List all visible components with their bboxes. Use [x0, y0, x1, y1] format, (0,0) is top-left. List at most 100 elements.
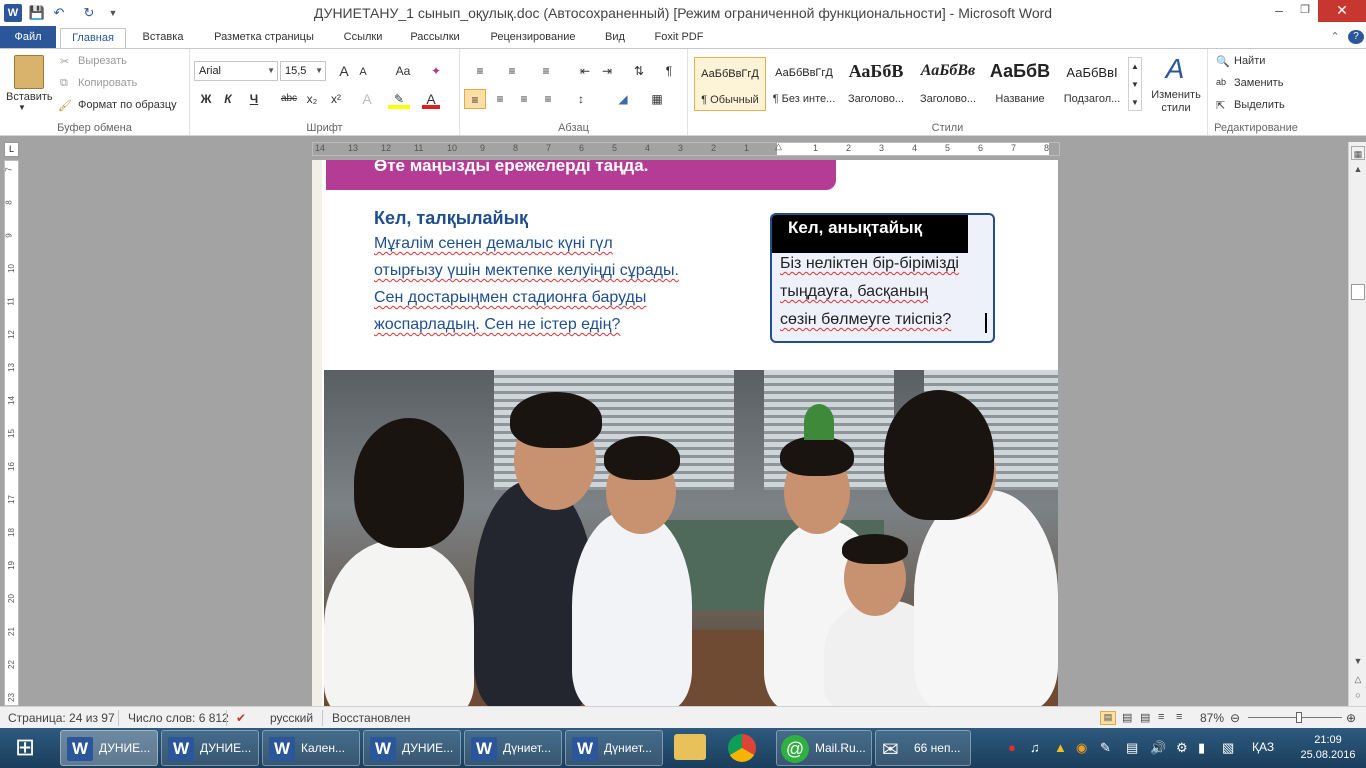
borders-icon[interactable]: ▦: [644, 89, 670, 109]
font-color-icon[interactable]: A: [422, 89, 440, 109]
tab-review[interactable]: Рецензирование: [478, 28, 588, 48]
zoom-level[interactable]: 87%: [1200, 711, 1224, 725]
style-heading-1[interactable]: АаБбВ Заголово...: [840, 57, 912, 111]
tab-mailings[interactable]: Рассылки: [402, 28, 468, 48]
zoom-slider-thumb[interactable]: [1296, 712, 1302, 723]
justify-icon[interactable]: ≡: [538, 89, 558, 109]
shading-icon[interactable]: ◢: [610, 89, 636, 109]
taskbar-item-mail[interactable]: ✉ 66 неп...: [875, 730, 971, 766]
taskbar-item[interactable]: W ДУНИЕ...: [363, 730, 461, 766]
folder-icon[interactable]: [674, 734, 706, 760]
tab-view[interactable]: Вид: [598, 28, 632, 48]
copy-button[interactable]: Копировать: [78, 77, 137, 89]
minimize-ribbon-icon[interactable]: ⌃: [1328, 28, 1342, 48]
taskbar-item[interactable]: W Дүниет...: [464, 730, 562, 766]
italic-button[interactable]: К: [220, 89, 236, 109]
select-button[interactable]: Выделить: [1234, 99, 1285, 111]
taskbar-item[interactable]: W Дүниет...: [565, 730, 663, 766]
select-icon[interactable]: ⇱: [1216, 99, 1225, 112]
zoom-slider[interactable]: [1248, 717, 1342, 718]
scroll-up-icon[interactable]: ▲: [1351, 162, 1365, 176]
align-left-icon[interactable]: ≡: [464, 89, 486, 109]
outline-icon[interactable]: ≡: [1158, 711, 1164, 723]
text-effects-icon[interactable]: A: [358, 89, 376, 109]
network-icon[interactable]: ▤: [1126, 740, 1138, 756]
language-indicator[interactable]: ҚАЗ: [1252, 740, 1274, 754]
taskbar-item[interactable]: W ДУНИЕ...: [60, 730, 158, 766]
line-spacing-icon[interactable]: ↕: [568, 89, 594, 109]
replace-icon[interactable]: ab: [1216, 77, 1226, 87]
highlight-icon[interactable]: ✎: [388, 89, 410, 109]
paste-button[interactable]: Вставить: [6, 91, 53, 103]
chrome-icon[interactable]: [728, 734, 756, 762]
shrink-font-button[interactable]: A: [356, 62, 370, 82]
taskbar-item-mailru[interactable]: @ Mail.Ru...: [776, 730, 872, 766]
draft-icon[interactable]: ≡: [1176, 711, 1182, 723]
full-screen-reading-icon[interactable]: ▤: [1122, 711, 1132, 724]
tab-home[interactable]: Главная: [60, 28, 126, 48]
start-button-icon[interactable]: ⊞: [8, 734, 42, 762]
close-button[interactable]: ✕: [1318, 0, 1366, 22]
cut-icon[interactable]: ✂: [60, 55, 69, 68]
grow-font-button[interactable]: A: [336, 61, 352, 81]
paste-dropdown-icon[interactable]: ▼: [18, 103, 26, 112]
taskbar-item[interactable]: W Кален...: [262, 730, 360, 766]
increase-indent-icon[interactable]: ⇥: [598, 61, 616, 81]
find-button[interactable]: Найти: [1234, 55, 1265, 67]
clear-formatting-icon[interactable]: ✦: [426, 61, 446, 81]
sort-icon[interactable]: ⇅: [630, 61, 648, 81]
cut-button[interactable]: Вырезать: [78, 55, 127, 67]
web-layout-icon[interactable]: ▤: [1140, 711, 1150, 724]
vertical-ruler[interactable]: 7 8 9 10 11 12 13 14 15 16 17 18 19 20 21 22 23: [4, 160, 19, 706]
format-painter-button[interactable]: Формат по образцу: [78, 99, 177, 111]
superscript-button[interactable]: x²: [326, 89, 346, 109]
underline-button[interactable]: Ч: [246, 89, 262, 109]
language[interactable]: русский: [270, 711, 313, 725]
find-icon[interactable]: 🔍: [1216, 55, 1230, 68]
tab-page-layout[interactable]: Разметка страницы: [204, 28, 324, 48]
numbering-icon[interactable]: ≡: [500, 61, 524, 81]
antivirus-icon[interactable]: ●: [1008, 740, 1016, 755]
indent-marker-icon[interactable]: △: [775, 141, 782, 152]
multilevel-list-icon[interactable]: ≡: [534, 61, 558, 81]
word-count[interactable]: Число слов: 6 812: [128, 711, 229, 725]
tray-app-icon[interactable]: ◉: [1076, 740, 1087, 756]
scroll-down-icon[interactable]: ▼: [1351, 654, 1365, 668]
change-styles-button[interactable]: Изменить стили: [1146, 89, 1206, 115]
align-center-icon[interactable]: ≡: [490, 89, 510, 109]
align-right-icon[interactable]: ≡: [514, 89, 534, 109]
subscript-button[interactable]: x₂: [302, 89, 322, 109]
style-heading-2[interactable]: АаБбВв Заголово...: [912, 57, 984, 111]
page-count[interactable]: Страница: 24 из 97: [8, 711, 115, 725]
help-icon[interactable]: ?: [1348, 30, 1364, 44]
previous-page-icon[interactable]: △: [1351, 672, 1365, 686]
change-styles-icon[interactable]: A: [1158, 53, 1192, 85]
tab-references[interactable]: Ссылки: [334, 28, 392, 48]
strikethrough-button[interactable]: abc: [278, 89, 300, 109]
paste-icon[interactable]: [14, 55, 44, 89]
speaker-icon[interactable]: 🔊: [1150, 740, 1166, 756]
font-name-select[interactable]: Arial ▼: [194, 61, 278, 81]
style-no-spacing[interactable]: АаБбВвГгД ¶ Без инте...: [768, 57, 840, 111]
horizontal-ruler[interactable]: 14 13 12 11 10 9 8 7 6 5 4 3 2 1 12345678 △: [312, 141, 1060, 156]
battery-icon[interactable]: ▮: [1198, 740, 1205, 756]
tray-pen-icon[interactable]: ✎: [1100, 740, 1111, 756]
signal-icon[interactable]: ▧: [1222, 740, 1234, 756]
tab-file[interactable]: Файл: [0, 26, 56, 48]
format-painter-icon[interactable]: 🖌: [58, 99, 72, 112]
bullets-icon[interactable]: ≡: [468, 61, 492, 81]
font-size-select[interactable]: 15,5 ▼: [280, 61, 326, 81]
show-formatting-button[interactable]: ¶: [660, 61, 678, 81]
proofing-icon[interactable]: ✔: [236, 711, 246, 725]
page[interactable]: Өте маңызды ережелерді таңда. Кел, талқы…: [312, 160, 1058, 706]
style-title[interactable]: АаБбВ Название: [984, 57, 1056, 111]
tab-insert[interactable]: Вставка: [134, 28, 192, 48]
vertical-scrollbar[interactable]: ▦ ▲ ▼ △ ○: [1348, 142, 1366, 706]
styles-scroll-icon[interactable]: ▲ ▼ ▼: [1128, 57, 1142, 111]
print-layout-icon[interactable]: ▤: [1100, 711, 1116, 725]
warning-icon[interactable]: ▲: [1054, 740, 1067, 755]
volume-small-icon[interactable]: ♫: [1030, 740, 1040, 755]
copy-icon[interactable]: ⧉: [60, 77, 68, 90]
scroll-thumb[interactable]: [1351, 284, 1365, 300]
change-case-button[interactable]: Aa: [390, 61, 416, 81]
